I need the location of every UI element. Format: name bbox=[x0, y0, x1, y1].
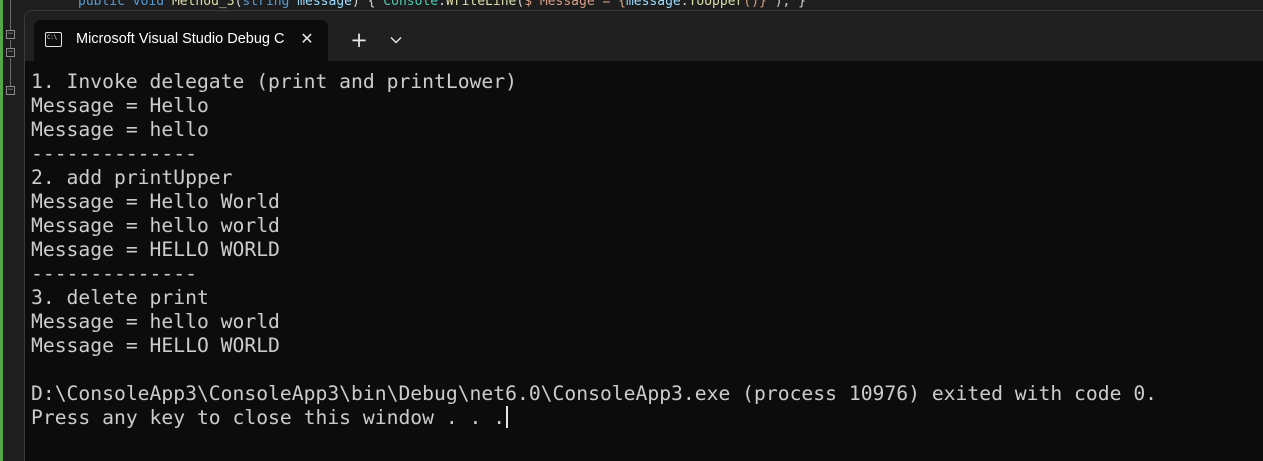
fold-guide-line bbox=[10, 0, 11, 30]
code-method-name: Method_3 bbox=[171, 0, 235, 9]
collapse-symbol: − bbox=[7, 29, 14, 39]
tab-debug-console[interactable]: C:\ Microsoft Visual Studio Debug Consol… bbox=[34, 20, 328, 61]
close-icon[interactable]: ✕ bbox=[297, 29, 317, 49]
console-prompt-line: Press any key to close this window . . . bbox=[31, 406, 1251, 430]
console-line: Message = hello world bbox=[31, 310, 280, 333]
collapse-icon[interactable]: − bbox=[6, 86, 15, 95]
code-text: public void Method_3(string message) { C… bbox=[78, 0, 806, 10]
console-line: Message = Hello bbox=[31, 94, 209, 117]
code-string-end: ()}" bbox=[743, 0, 775, 9]
tab-title: Microsoft Visual Studio Debug Console bbox=[76, 31, 284, 47]
code-keyword-string: string bbox=[242, 0, 290, 9]
code-brace: ) { bbox=[351, 0, 384, 9]
new-tab-button[interactable]: + bbox=[344, 29, 374, 53]
console-prompt-text: Press any key to close this window . . . bbox=[31, 406, 506, 429]
console-icon-text: C:\ bbox=[47, 34, 57, 41]
code-string-dot: . bbox=[680, 0, 689, 9]
code-param: message bbox=[297, 0, 352, 9]
console-line: 3. delete print bbox=[31, 286, 209, 309]
console-line: Message = Hello World bbox=[31, 190, 280, 213]
collapse-icon[interactable]: − bbox=[6, 30, 15, 39]
tab-dropdown-button[interactable] bbox=[383, 29, 409, 53]
collapse-icon[interactable]: − bbox=[6, 48, 15, 57]
console-icon: C:\ bbox=[45, 32, 62, 47]
console-line: -------------- bbox=[31, 262, 197, 285]
code-string-start: $"Message = { bbox=[524, 0, 626, 9]
console-line: Message = HELLO WORLD bbox=[31, 334, 280, 357]
chevron-down-icon bbox=[390, 37, 402, 44]
console-line: 1. Invoke delegate (print and printLower… bbox=[31, 70, 517, 93]
console-line: 2. add printUpper bbox=[31, 166, 233, 189]
console-line: Message = HELLO WORLD bbox=[31, 238, 280, 261]
collapse-symbol: − bbox=[7, 47, 14, 57]
code-string-method: ToUpper bbox=[688, 0, 744, 9]
terminal-window: C:\ Microsoft Visual Studio Debug Consol… bbox=[24, 10, 1263, 461]
console-line: Message = hello world bbox=[31, 214, 280, 237]
console-output[interactable]: 1. Invoke delegate (print and printLower… bbox=[31, 70, 1251, 430]
console-line: D:\ConsoleApp3\ConsoleApp3\bin\Debug\net… bbox=[31, 382, 1158, 405]
change-indicator-bar bbox=[0, 0, 3, 461]
code-class-console: Console bbox=[383, 0, 439, 9]
console-line: Message = hello bbox=[31, 118, 209, 141]
editor-gutter: − − − bbox=[0, 0, 24, 461]
text-cursor bbox=[506, 406, 509, 428]
code-keyword-public: public bbox=[78, 0, 125, 9]
terminal-titlebar: C:\ Microsoft Visual Studio Debug Consol… bbox=[25, 11, 1263, 61]
code-string-var: message bbox=[625, 0, 681, 9]
console-line: -------------- bbox=[31, 142, 197, 165]
code-method-writeline: WriteLine bbox=[445, 0, 517, 9]
code-tail: ); } bbox=[774, 0, 806, 9]
collapse-symbol: − bbox=[7, 85, 14, 95]
code-dot: . bbox=[438, 0, 446, 9]
fold-guide-line bbox=[10, 58, 11, 86]
code-keyword-void: void bbox=[132, 0, 165, 9]
